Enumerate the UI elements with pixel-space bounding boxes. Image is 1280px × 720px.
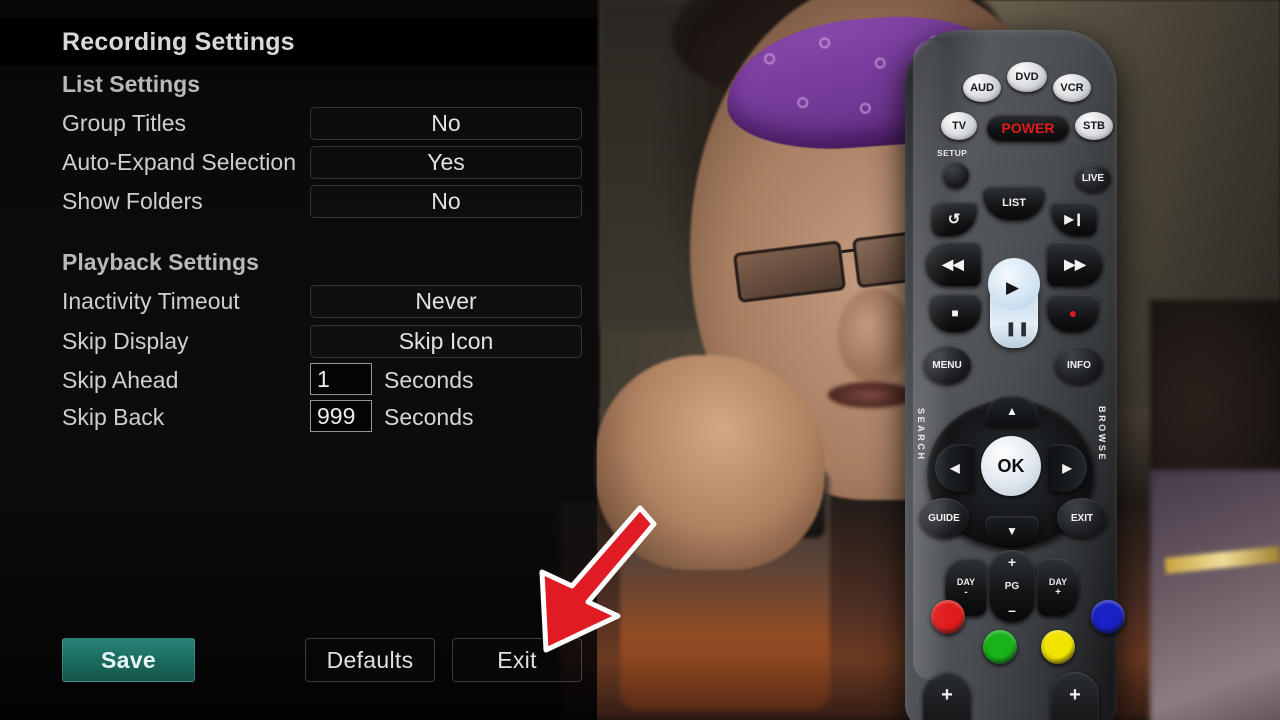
remote-setup-button[interactable] (943, 162, 969, 188)
remote-dpad-up[interactable]: ▲ (985, 396, 1039, 426)
person-mouth (828, 382, 914, 408)
remote-dvd-button[interactable]: DVD (1007, 62, 1047, 92)
setting-value: No (431, 110, 461, 136)
remote-color-button-red[interactable] (931, 600, 965, 634)
setting-value: No (431, 188, 461, 214)
remote-menu-button[interactable]: MENU (923, 346, 971, 384)
setting-label: Auto-Expand Selection (62, 149, 296, 175)
setting-row-skip-ahead[interactable]: Skip Ahead 1 Seconds (62, 363, 582, 401)
scene-clothing (1150, 470, 1280, 720)
setting-value: 999 (317, 402, 356, 429)
setting-value: 1 (317, 365, 330, 392)
save-button[interactable]: Save (62, 638, 195, 682)
setting-row-skip-back[interactable]: Skip Back 999 Seconds (62, 400, 582, 438)
remote-page-rocker[interactable]: + PG – (989, 550, 1035, 622)
pause-icon: ❚❚ (1005, 320, 1031, 336)
remote-vcr-button[interactable]: VCR (1053, 74, 1091, 102)
remote-skip-button[interactable]: ▶❙ (1051, 202, 1097, 236)
setting-label: Show Folders (62, 188, 203, 214)
remote-info-button[interactable]: INFO (1055, 346, 1103, 384)
remote-color-button-yellow[interactable] (1041, 630, 1075, 664)
page-down-sign: – (1008, 602, 1016, 618)
setting-value-select[interactable]: No (310, 107, 582, 140)
page-label: PG (1004, 580, 1020, 592)
setting-row-inactivity-timeout[interactable]: Inactivity Timeout Never (62, 285, 582, 322)
remote-setup-label: SETUP (937, 148, 968, 158)
setting-value: Never (415, 288, 477, 314)
remote-aud-button[interactable]: AUD (963, 74, 1001, 102)
setting-unit: Seconds (384, 404, 474, 430)
setting-value: Yes (427, 149, 465, 175)
section-heading-list-settings: List Settings (62, 71, 201, 97)
remote-ok-button[interactable]: OK (981, 436, 1041, 496)
remote-color-button-green[interactable] (983, 630, 1017, 664)
setting-row-auto-expand-selection[interactable]: Auto-Expand Selection Yes (62, 146, 582, 183)
setting-unit: Seconds (384, 367, 474, 393)
remote-day-plus-button[interactable]: DAY + (1037, 558, 1079, 616)
setting-label: Inactivity Timeout (62, 288, 240, 314)
remote-power-button[interactable]: POWER (987, 115, 1069, 141)
remote-stb-button[interactable]: STB (1075, 112, 1113, 140)
remote-channel-rocker[interactable]: + CH (1051, 672, 1099, 720)
settings-panel: Recording Settings List Settings Group T… (0, 0, 597, 720)
remote-stop-button[interactable]: ■ (929, 294, 981, 332)
ch-plus-sign: + (1069, 684, 1081, 706)
remote-replay-button[interactable]: ↺ (931, 202, 977, 236)
remote-live-button[interactable]: LIVE (1075, 164, 1111, 192)
annotation-arrow-icon (528, 498, 658, 663)
remote-control: AUD DVD VCR TV STB POWER SETUP LIVE LIST… (905, 30, 1125, 720)
skip-back-input[interactable]: 999 (310, 400, 372, 432)
remote-guide-button[interactable]: GUIDE (919, 498, 969, 538)
setting-row-skip-display[interactable]: Skip Display Skip Icon (62, 325, 582, 362)
remote-color-button-blue[interactable] (1091, 600, 1125, 634)
day-minus-sign: - (964, 586, 968, 598)
setting-label: Skip Display (62, 328, 189, 354)
screen: Recording Settings List Settings Group T… (0, 0, 1280, 720)
remote-play-pause-button[interactable]: ▶ ❚❚ (988, 258, 1040, 348)
setting-value-select[interactable]: Yes (310, 146, 582, 179)
remote-list-button[interactable]: LIST (983, 186, 1045, 220)
page-title: Recording Settings (62, 28, 295, 56)
setting-value-select[interactable]: No (310, 185, 582, 218)
person-nose (838, 288, 912, 384)
skip-ahead-input[interactable]: 1 (310, 363, 372, 395)
setting-value-select[interactable]: Never (310, 285, 582, 318)
setting-row-show-folders[interactable]: Show Folders No (62, 185, 582, 222)
setting-label: Group Titles (62, 110, 186, 136)
page-up-sign: + (1007, 554, 1017, 570)
remote-search-label: SEARCH (916, 408, 926, 462)
remote-browse-label: BROWSE (1097, 406, 1107, 463)
day-minus-label: DAY (956, 576, 976, 587)
setting-value: Skip Icon (398, 328, 494, 354)
remote-volume-rocker[interactable]: + VOL (923, 672, 971, 720)
defaults-button[interactable]: Defaults (305, 638, 435, 682)
setting-row-group-titles[interactable]: Group Titles No (62, 107, 582, 144)
setting-value-select[interactable]: Skip Icon (310, 325, 582, 358)
setting-label: Skip Back (62, 404, 165, 430)
day-plus-sign: + (1055, 586, 1061, 598)
day-plus-label: DAY (1048, 576, 1068, 587)
setting-label: Skip Ahead (62, 367, 179, 393)
remote-dpad-left[interactable]: ◀ (935, 444, 975, 492)
play-icon: ▶ (1006, 278, 1020, 297)
remote-exit-button[interactable]: EXIT (1057, 498, 1107, 538)
remote-tv-button[interactable]: TV (941, 112, 977, 140)
remote-forward-button[interactable]: ▶▶ (1047, 242, 1103, 286)
remote-rewind-button[interactable]: ◀◀ (925, 242, 981, 286)
remote-record-button[interactable]: ● (1047, 294, 1099, 332)
section-heading-playback-settings: Playback Settings (62, 249, 259, 275)
panel-footer: Save Defaults Exit (0, 638, 597, 686)
vol-plus-sign: + (941, 684, 953, 706)
